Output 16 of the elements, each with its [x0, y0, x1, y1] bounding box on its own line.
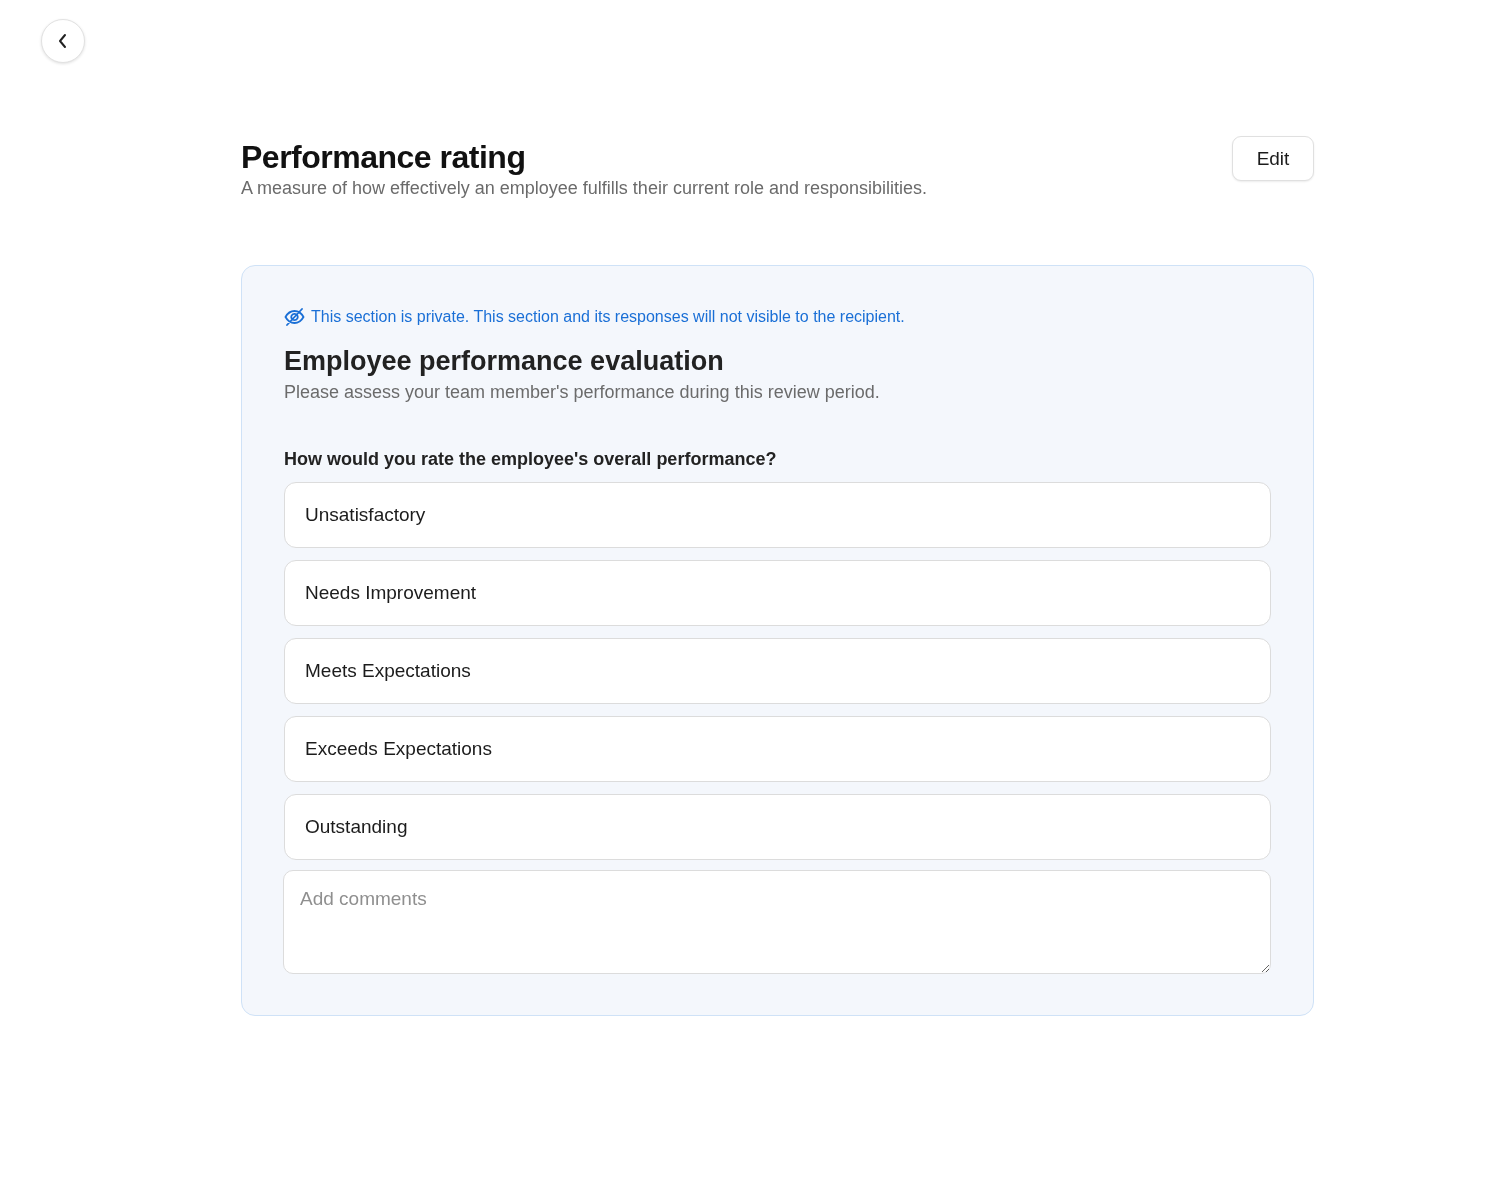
back-button[interactable]: [41, 19, 85, 63]
rating-option[interactable]: Needs Improvement: [284, 560, 1271, 626]
private-notice: This section is private. This section and its responses will not visible to the recipient.: [311, 308, 905, 326]
section-description: Please assess your team member's performance during this review period.: [284, 382, 881, 403]
rating-option[interactable]: Meets Expectations: [284, 638, 1271, 704]
edit-button[interactable]: Edit: [1232, 136, 1314, 181]
page-title: Performance rating: [241, 138, 527, 177]
section-title: Employee performance evaluation: [284, 345, 725, 378]
rating-option[interactable]: Unsatisfactory: [284, 482, 1271, 548]
rating-option[interactable]: Outstanding: [284, 794, 1271, 860]
comments-field[interactable]: Add comments: [283, 870, 1271, 974]
eye-off-icon: [284, 308, 305, 326]
question-label: How would you rate the employee's overall performance?: [284, 449, 778, 470]
chevron-left-icon: [58, 33, 68, 49]
rating-option[interactable]: Exceeds Expectations: [284, 716, 1271, 782]
page-description: A measure of how effectively an employee fulfills their current role and responsibilities.: [241, 177, 927, 199]
